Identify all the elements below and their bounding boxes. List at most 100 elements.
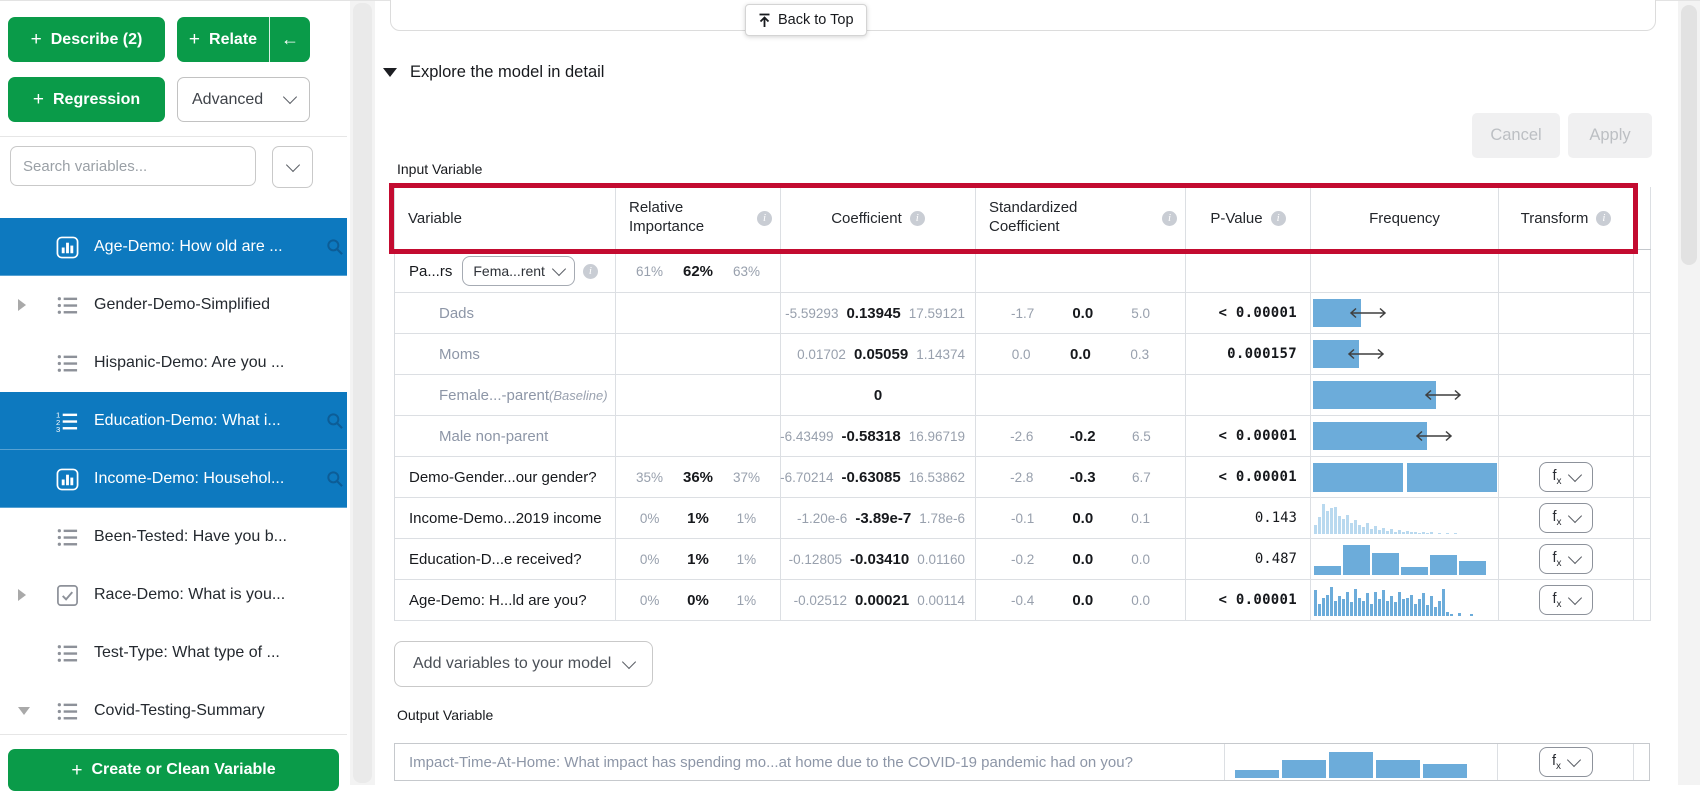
value-mid: 1%: [687, 510, 709, 527]
sidebar-item[interactable]: Gender-Demo-Simplified: [0, 276, 347, 334]
transform-cell: [1499, 334, 1634, 374]
value-mid: -0.2: [1070, 428, 1096, 445]
sidebar-item[interactable]: Income-Demo: Househol...: [0, 450, 347, 508]
coefficient-cell: [781, 250, 976, 292]
svg-text:3: 3: [56, 425, 60, 433]
value-high: 16.96719: [909, 429, 965, 444]
scrollbar-thumb[interactable]: [1681, 5, 1697, 265]
value-mid: 0.05059: [854, 346, 908, 363]
transform-fx-dropdown[interactable]: fx: [1539, 747, 1593, 777]
table-spacer-cell: [1634, 375, 1651, 415]
histogram-bar: [1358, 525, 1361, 534]
value-low: -0.1: [1011, 511, 1034, 526]
sidebar-item[interactable]: Race-Demo: What is you...: [0, 566, 347, 624]
value-low: 0.01702: [797, 347, 846, 362]
regression-button[interactable]: + Regression: [8, 77, 165, 122]
search-variables-input[interactable]: [10, 146, 256, 186]
variable-cell: Male non-parent: [395, 416, 616, 456]
previous-card-edge: [390, 0, 1656, 31]
info-icon[interactable]: [757, 211, 772, 226]
variable-name: Education-D...e received?: [395, 551, 582, 568]
transform-fx-dropdown[interactable]: fx: [1539, 585, 1593, 615]
regression-button-label: Regression: [53, 91, 140, 109]
info-icon[interactable]: [910, 211, 925, 226]
output-variable-label: Output Variable: [397, 707, 493, 723]
column-header-transform: Transform: [1499, 187, 1634, 249]
explore-model-section-toggle[interactable]: Explore the model in detail: [383, 63, 604, 82]
cancel-button[interactable]: Cancel: [1472, 113, 1560, 158]
transform-fx-dropdown[interactable]: fx: [1539, 544, 1593, 574]
coefficient-cell: -6.43499-0.5831816.96719: [781, 416, 976, 456]
histogram-bar: [1414, 532, 1417, 534]
transform-fx-dropdown[interactable]: fx: [1539, 503, 1593, 533]
sidebar-item[interactable]: Age-Demo: How old are ...: [0, 218, 347, 276]
magnifier-icon[interactable]: [325, 411, 345, 431]
column-header-label: Relative Importance: [629, 199, 734, 237]
table-spacer-cell: [1634, 744, 1649, 780]
search-options-dropdown[interactable]: [272, 146, 313, 188]
histogram-bar: [1358, 598, 1361, 616]
value-mid: 1%: [687, 551, 709, 568]
fx-label: fx: [1552, 509, 1561, 528]
describe-button[interactable]: + Describe (2): [8, 17, 165, 62]
p-value: < 0.00001: [1218, 428, 1297, 444]
chevron-right-icon[interactable]: [18, 299, 26, 311]
list-icon: [56, 352, 79, 375]
table-row: Demo-Gender...our gender?35%36%37%-6.702…: [395, 457, 1651, 498]
info-icon[interactable]: [583, 264, 598, 279]
input-variables-table: VariableRelative ImportanceCoefficientSt…: [394, 187, 1651, 621]
histogram-bar: [1390, 596, 1393, 616]
value-mid: -0.03410: [850, 551, 909, 568]
magnifier-icon[interactable]: [325, 237, 345, 257]
value-low: -6.70214: [780, 470, 833, 485]
sidebar-item[interactable]: 123Education-Demo: What i...: [0, 392, 347, 450]
info-icon[interactable]: [1271, 211, 1286, 226]
value-mid: 0.13945: [846, 305, 900, 322]
variable-cell: Age-Demo: H...ld are you?: [395, 580, 616, 620]
chevron-down-icon: [622, 654, 636, 668]
standardized-coefficient-cell: [976, 250, 1186, 292]
frequency-histogram: [1225, 744, 1467, 781]
add-variables-dropdown[interactable]: Add variables to your model: [394, 641, 653, 687]
histogram-bar: [1398, 530, 1401, 534]
table-spacer-cell: [1634, 187, 1651, 249]
chevron-right-icon[interactable]: [18, 589, 26, 601]
table-row: Age-Demo: H...ld are you?0%0%1%-0.025120…: [395, 580, 1651, 621]
magnifier-icon[interactable]: [325, 469, 345, 489]
chevron-down-icon: [1567, 590, 1581, 604]
relate-button[interactable]: + Relate: [177, 17, 270, 62]
sidebar-item[interactable]: Hispanic-Demo: Are you ...: [0, 334, 347, 392]
histogram-bar: [1334, 507, 1337, 534]
sidebar-item[interactable]: Been-Tested: Have you b...: [0, 508, 347, 566]
transform-cell: fx: [1499, 539, 1634, 579]
info-icon[interactable]: [1162, 211, 1177, 226]
relative-importance-cell: [616, 416, 781, 456]
value-mid: -0.63085: [841, 469, 900, 486]
create-or-clean-variable-button[interactable]: + Create or Clean Variable: [8, 749, 339, 791]
chevron-down-icon: [383, 68, 397, 77]
histogram-bar: [1430, 532, 1433, 534]
chevron-down-icon[interactable]: [18, 707, 30, 715]
baseline-value-dropdown[interactable]: Fema...rent: [462, 256, 575, 286]
advanced-dropdown[interactable]: Advanced: [177, 77, 310, 122]
fx-label: fx: [1552, 753, 1561, 772]
histogram-bar: [1438, 533, 1441, 534]
transform-fx-dropdown[interactable]: fx: [1539, 462, 1593, 492]
back-arrow-button[interactable]: ←: [270, 17, 310, 62]
scrollbar-thumb[interactable]: [353, 3, 372, 783]
value-mid: -3.89e-7: [855, 510, 911, 527]
value-low: -1.20e-6: [797, 511, 847, 526]
histogram-bar: [1382, 590, 1385, 616]
info-icon[interactable]: [1596, 211, 1611, 226]
apply-button[interactable]: Apply: [1568, 113, 1652, 158]
back-to-top-button[interactable]: Back to Top: [745, 4, 867, 36]
sidebar-item[interactable]: Covid-Testing-Summary: [0, 682, 347, 740]
standardized-coefficient-cell: -0.10.00.1: [976, 498, 1186, 538]
range-arrow-icon: [1347, 307, 1389, 320]
p-value: 0.487: [1255, 551, 1297, 567]
sidebar-item[interactable]: Test-Type: What type of ...: [0, 624, 347, 682]
standardized-coefficient-cell: -1.70.05.0: [976, 293, 1186, 333]
value-mid: 62%: [683, 263, 713, 280]
table-row: Pa...rsFema...rent61%62%63%: [395, 250, 1651, 293]
section-title: Explore the model in detail: [410, 63, 604, 82]
